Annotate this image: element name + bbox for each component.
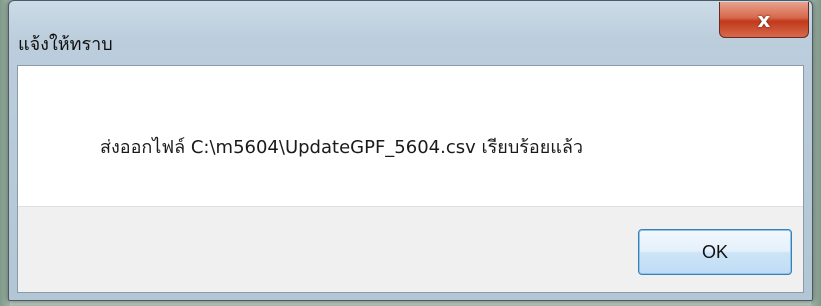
button-bar: OK — [18, 206, 803, 292]
close-button[interactable]: x — [719, 2, 809, 38]
message-dialog: แจ้งให้ทราบ x ส่งออกไฟล์ C:\m5604\Update… — [8, 0, 813, 301]
ok-button[interactable]: OK — [638, 229, 792, 275]
dialog-titlebar[interactable]: แจ้งให้ทราบ x — [9, 1, 812, 63]
close-icon: x — [757, 7, 771, 32]
dialog-title: แจ้งให้ทราบ — [18, 34, 113, 55]
dialog-client-area: ส่งออกไฟล์ C:\m5604\UpdateGPF_5604.csv เ… — [17, 65, 804, 293]
message-area: ส่งออกไฟล์ C:\m5604\UpdateGPF_5604.csv เ… — [18, 66, 803, 206]
message-text: ส่งออกไฟล์ C:\m5604\UpdateGPF_5604.csv เ… — [100, 137, 584, 158]
